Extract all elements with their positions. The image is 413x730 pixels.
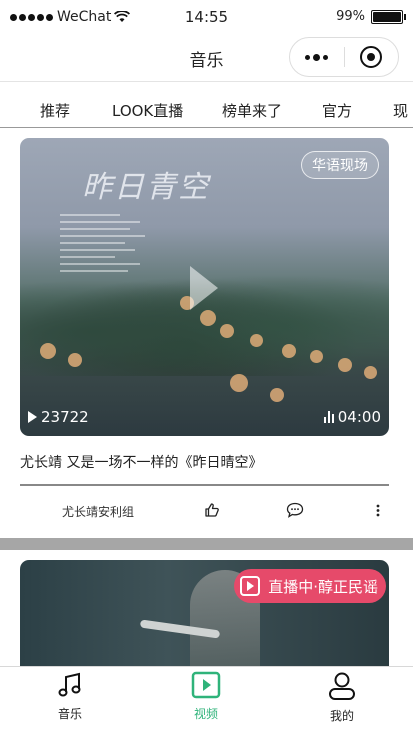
tab-recommend[interactable]: 推荐: [40, 100, 70, 121]
tab-mine-label: 我的: [329, 709, 354, 723]
video-duration: 04:00: [323, 408, 381, 426]
tab-music[interactable]: 音乐: [30, 671, 110, 722]
view-count: 23722: [28, 408, 89, 426]
person-icon: [329, 672, 355, 700]
video-title[interactable]: 尤长靖 又是一场不一样的《昨日晴空》: [20, 452, 262, 472]
category-tabs: 推荐 LOOK直播 榜单来了 官方 现: [0, 94, 413, 128]
live-play-icon: [240, 576, 261, 596]
album-tracklist: [60, 214, 150, 277]
live-badge-text: 直播中·醇正民谣: [268, 577, 378, 596]
tab-look-live[interactable]: LOOK直播: [112, 100, 183, 121]
duration-value: 04:00: [337, 408, 381, 426]
play-count-icon: [28, 411, 37, 423]
status-bar: WeChat 14:55 99%: [0, 0, 413, 34]
author-name[interactable]: 尤长靖安利组: [62, 503, 134, 520]
bottom-tab-bar: 音乐 视频 我的: [0, 666, 413, 730]
navigation-bar: 音乐: [0, 34, 413, 82]
tab-charts[interactable]: 榜单来了: [222, 100, 282, 121]
tab-video[interactable]: 视频: [166, 671, 246, 722]
video-meta-row: 尤长靖安利组: [0, 500, 413, 522]
music-note-icon: [58, 672, 81, 697]
divider: [20, 484, 389, 486]
tab-video-label: 视频: [193, 707, 218, 721]
like-icon[interactable]: [204, 502, 220, 518]
video-thumbnail[interactable]: 昨日青空 华语现场 23722 04:00: [20, 138, 389, 436]
tab-more[interactable]: 现: [393, 100, 408, 121]
more-icon[interactable]: [290, 53, 344, 61]
comment-icon[interactable]: [286, 502, 304, 518]
album-title: 昨日青空: [82, 170, 210, 205]
more-options-icon[interactable]: [374, 502, 382, 518]
battery-status: 99%: [336, 9, 406, 24]
category-tag: 华语现场: [301, 151, 379, 179]
miniprogram-capsule: [289, 37, 399, 77]
live-stream-thumbnail[interactable]: 直播中·醇正民谣: [20, 560, 389, 670]
video-play-icon: [191, 671, 221, 699]
section-separator: [0, 538, 413, 550]
view-count-value: 23722: [41, 408, 89, 426]
play-icon[interactable]: [190, 266, 218, 310]
close-miniprogram-button[interactable]: [345, 46, 399, 68]
equalizer-icon: [323, 411, 334, 423]
tab-music-label: 音乐: [57, 707, 82, 721]
battery-icon: [371, 9, 406, 24]
live-badge: 直播中·醇正民谣: [234, 569, 386, 603]
battery-percent: 99%: [336, 9, 365, 24]
target-icon: [360, 46, 383, 68]
tab-official[interactable]: 官方: [322, 100, 352, 121]
tab-mine[interactable]: 我的: [302, 671, 382, 724]
